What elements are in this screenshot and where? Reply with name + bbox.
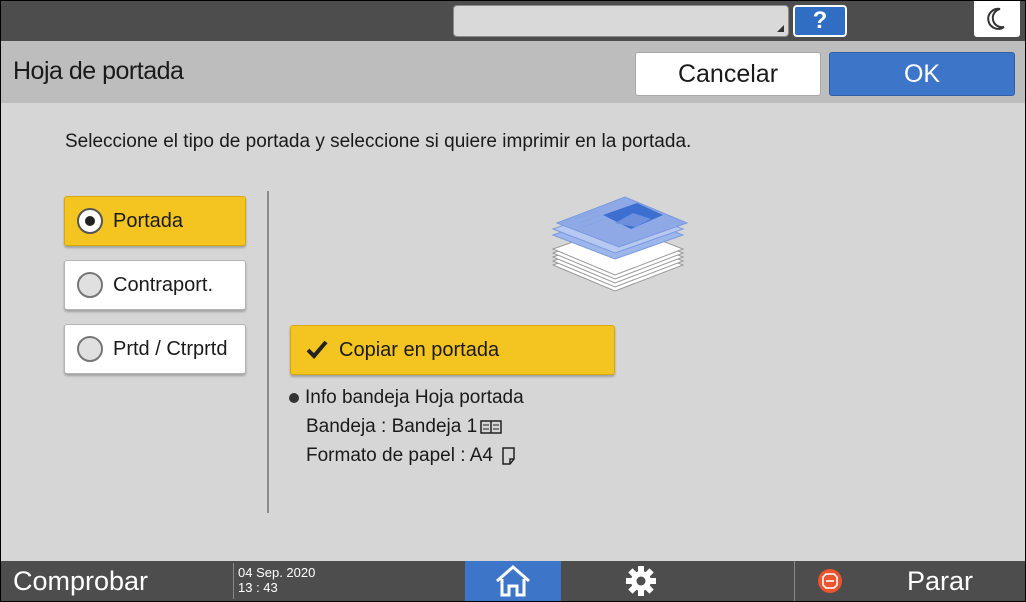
option-portada-contraportada[interactable]: Prtd / Ctrprtd <box>64 324 246 374</box>
paper-size-line: Formato de papel : A4 <box>306 445 493 466</box>
cover-sheet-illustration <box>551 196 689 292</box>
portrait-paper-icon <box>502 446 515 465</box>
home-button[interactable] <box>465 561 561 601</box>
sleep-button[interactable] <box>974 1 1020 37</box>
stop-icon <box>818 569 842 593</box>
bullet-icon <box>289 392 299 403</box>
info-title: Info bandeja Hoja portada <box>305 387 524 408</box>
option-label: Portada <box>113 210 184 232</box>
home-icon <box>496 565 530 597</box>
moon-icon <box>987 7 1005 30</box>
option-label: Contraport. <box>113 274 214 296</box>
option-portada[interactable]: Portada <box>64 196 246 246</box>
date-text: 04 Sep. 2020 <box>238 565 316 580</box>
tray-line: Bandeja : Bandeja 1 <box>306 416 478 437</box>
expand-corner-icon <box>777 25 784 32</box>
gear-icon <box>626 566 656 596</box>
instruction-text: Seleccione el tipo de portada y seleccio… <box>65 131 692 152</box>
help-button[interactable]: ? <box>793 5 847 37</box>
checkmark-icon <box>306 340 328 359</box>
bottom-bar: Comprobar estado 04 Sep. 2020 13 : 43 <box>1 561 1025 601</box>
option-label: Prtd / Ctrprtd <box>113 338 228 360</box>
stop-label: Parar <box>907 566 974 596</box>
tray-info: Info bandeja Hoja portada Bandeja : Band… <box>289 383 524 470</box>
page-title: Hoja de portada <box>13 57 184 85</box>
screen: ? Hoja de portada Cancelar OK Seleccione… <box>1 1 1025 601</box>
copy-on-cover-checkbox[interactable]: Copiar en portada <box>290 325 615 375</box>
copy-on-cover-label: Copiar en portada <box>339 339 500 361</box>
date-time: 04 Sep. 2020 13 : 43 <box>233 563 323 599</box>
tray-icon <box>480 419 502 434</box>
radio-icon <box>77 272 103 298</box>
check-status-button[interactable]: Comprobar estado <box>1 561 231 601</box>
radio-icon <box>77 336 103 362</box>
stop-button[interactable]: Parar <box>794 561 1025 601</box>
ok-button[interactable]: OK <box>829 52 1015 96</box>
system-bar: ? <box>1 1 1025 41</box>
option-contraportada[interactable]: Contraport. <box>64 260 246 310</box>
time-text: 13 : 43 <box>238 580 278 595</box>
cancel-button[interactable]: Cancelar <box>635 52 821 96</box>
title-bar: Hoja de portada Cancelar OK <box>1 41 1025 103</box>
message-box[interactable] <box>453 5 789 37</box>
settings-button[interactable] <box>593 561 689 601</box>
divider <box>267 191 269 513</box>
radio-icon <box>77 208 103 234</box>
